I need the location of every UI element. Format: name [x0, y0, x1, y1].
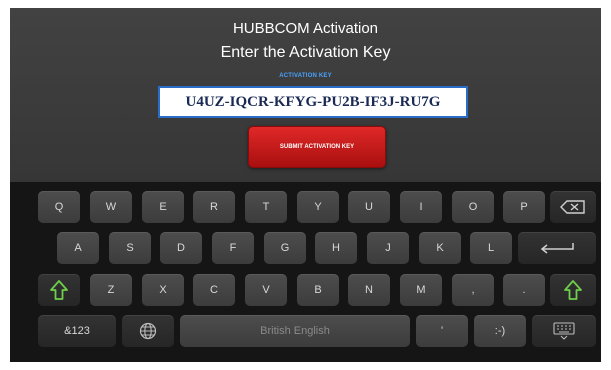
- key-y[interactable]: Y: [297, 191, 339, 223]
- key-i[interactable]: I: [400, 191, 442, 223]
- key-period[interactable]: .: [503, 274, 545, 306]
- backspace-key[interactable]: [550, 191, 596, 223]
- key-c[interactable]: C: [193, 274, 235, 306]
- key-j[interactable]: J: [367, 232, 409, 264]
- onscreen-keyboard: Q W E R T Y U I O P A S D F G H J K L Z …: [10, 182, 601, 362]
- key-f[interactable]: F: [212, 232, 254, 264]
- activation-screen: HUBBCOM Activation Enter the Activation …: [10, 8, 601, 362]
- backspace-icon: [560, 200, 585, 214]
- key-v[interactable]: V: [245, 274, 287, 306]
- key-apostrophe[interactable]: ': [416, 315, 468, 347]
- emoticon-key[interactable]: :-): [474, 315, 526, 347]
- activation-key-label: ACTIVATION KEY: [279, 73, 332, 79]
- enter-icon: [540, 243, 574, 254]
- key-a[interactable]: A: [57, 232, 99, 264]
- key-d[interactable]: D: [160, 232, 202, 264]
- enter-key[interactable]: [518, 232, 596, 264]
- page-subtitle: Enter the Activation Key: [220, 44, 391, 61]
- key-h[interactable]: H: [315, 232, 357, 264]
- key-s[interactable]: S: [109, 232, 151, 264]
- symbols-key[interactable]: &123: [38, 315, 116, 347]
- shift-key-right[interactable]: [550, 274, 596, 306]
- shift-icon: [50, 280, 68, 300]
- key-g[interactable]: G: [264, 232, 306, 264]
- key-r[interactable]: R: [193, 191, 235, 223]
- key-e[interactable]: E: [142, 191, 184, 223]
- key-m[interactable]: M: [400, 274, 442, 306]
- key-q[interactable]: Q: [38, 191, 80, 223]
- key-n[interactable]: N: [348, 274, 390, 306]
- page-title: HUBBCOM Activation: [232, 20, 379, 37]
- space-bar[interactable]: British English: [180, 315, 410, 347]
- key-x[interactable]: X: [142, 274, 184, 306]
- key-l[interactable]: L: [470, 232, 512, 264]
- shift-key-left[interactable]: [38, 274, 80, 306]
- key-k[interactable]: K: [419, 232, 461, 264]
- activation-panel: HUBBCOM Activation Enter the Activation …: [10, 8, 601, 182]
- language-key[interactable]: [122, 315, 174, 347]
- hide-keyboard-key[interactable]: [532, 315, 596, 347]
- key-z[interactable]: Z: [90, 274, 132, 306]
- key-t[interactable]: T: [245, 191, 287, 223]
- globe-icon: [139, 322, 157, 340]
- key-p[interactable]: P: [503, 191, 545, 223]
- key-u[interactable]: U: [348, 191, 390, 223]
- key-o[interactable]: O: [452, 191, 494, 223]
- key-w[interactable]: W: [90, 191, 132, 223]
- submit-activation-key-button[interactable]: SUBMIT ACTIVATION KEY: [248, 126, 386, 168]
- shift-icon: [564, 280, 582, 300]
- key-comma[interactable]: ,: [452, 274, 494, 306]
- keyboard-hide-icon: [553, 322, 575, 340]
- key-b[interactable]: B: [297, 274, 339, 306]
- activation-key-input[interactable]: [158, 86, 468, 118]
